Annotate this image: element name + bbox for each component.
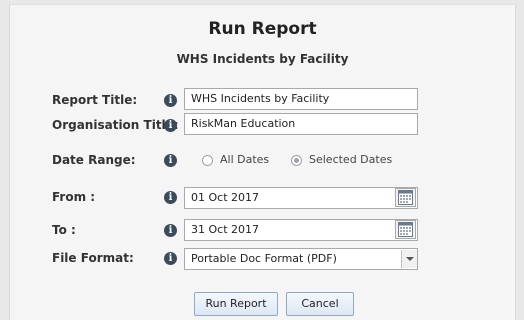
to-date-input[interactable]: 31 Oct 2017 xyxy=(184,219,418,241)
from-label: From : xyxy=(52,190,96,204)
info-icon[interactable]: i xyxy=(164,94,177,107)
report-title-label: Report Title: xyxy=(52,93,138,107)
to-date-value: 31 Oct 2017 xyxy=(191,223,260,236)
calendar-icon[interactable] xyxy=(395,188,416,207)
info-icon[interactable]: i xyxy=(164,224,177,237)
info-icon[interactable]: i xyxy=(164,119,177,132)
organisation-title-label: Organisation Title: xyxy=(52,118,179,132)
file-format-label: File Format: xyxy=(52,251,134,265)
all-dates-label[interactable]: All Dates xyxy=(220,153,269,166)
chevron-down-icon[interactable] xyxy=(401,250,417,268)
selected-dates-label[interactable]: Selected Dates xyxy=(309,153,392,166)
info-icon[interactable]: i xyxy=(164,252,177,265)
run-report-button[interactable]: Run Report xyxy=(194,292,278,316)
cancel-button[interactable]: Cancel xyxy=(286,292,354,316)
date-range-label: Date Range: xyxy=(52,153,136,167)
to-label: To : xyxy=(52,223,76,237)
organisation-title-input[interactable]: RiskMan Education xyxy=(184,113,418,135)
calendar-icon[interactable] xyxy=(395,220,416,239)
info-icon[interactable]: i xyxy=(164,191,177,204)
run-report-dialog: Run Report WHS Incidents by Facility Rep… xyxy=(9,4,516,320)
report-title-input[interactable]: WHS Incidents by Facility xyxy=(184,88,418,110)
file-format-select[interactable]: Portable Doc Format (PDF) xyxy=(184,248,418,270)
info-icon[interactable]: i xyxy=(164,154,177,167)
report-name: WHS Incidents by Facility xyxy=(176,52,349,66)
all-dates-radio[interactable] xyxy=(202,155,213,166)
from-date-value: 01 Oct 2017 xyxy=(191,191,260,204)
dialog-title: Run Report xyxy=(208,19,317,39)
file-format-value: Portable Doc Format (PDF) xyxy=(191,252,337,265)
from-date-input[interactable]: 01 Oct 2017 xyxy=(184,187,418,209)
selected-dates-radio[interactable] xyxy=(291,155,302,166)
